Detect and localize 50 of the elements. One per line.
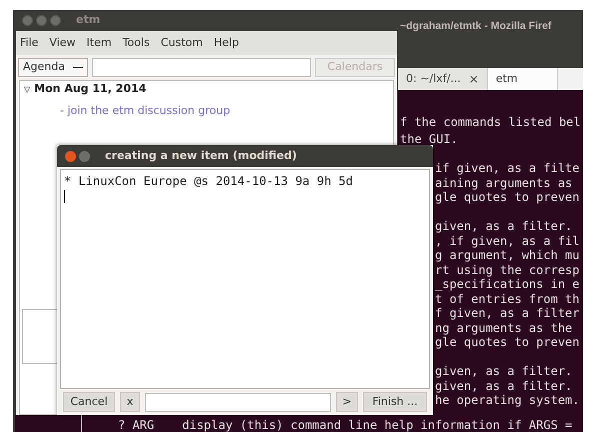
clear-button[interactable]: x <box>120 392 140 412</box>
close-icon[interactable]: × <box>468 70 479 88</box>
menu-item[interactable]: View <box>49 34 76 52</box>
menu-item[interactable]: File <box>20 34 38 52</box>
text-cursor <box>64 190 65 203</box>
terminal-option: ? ARG <box>118 416 154 432</box>
next-button[interactable]: > <box>336 392 358 412</box>
dialog-title: creating a new item (modified) <box>105 148 297 164</box>
terminal-line: g argument, which mu <box>435 248 580 262</box>
terminal-line: rt using the corresp <box>435 262 580 276</box>
terminal-line: gle quotes to preven <box>435 335 580 349</box>
finish-button[interactable]: Finish ... <box>363 392 427 412</box>
cancel-button[interactable]: Cancel <box>63 392 115 412</box>
terminal-line: ng arguments as the <box>435 320 572 334</box>
terminal-line: f given, as a filter <box>435 306 580 320</box>
maximize-icon[interactable] <box>50 15 61 26</box>
terminal-line: given, as a filter. <box>435 219 572 233</box>
terminal-line: the GUI. <box>400 132 458 146</box>
entry-text: * LinuxCon Europe @s 2014-10-13 9a 9h 5d <box>64 174 353 188</box>
minimize-icon[interactable] <box>36 15 47 26</box>
terminal-line: given, as a filter. <box>435 378 572 392</box>
terminal-line: display (this) command line help information if ARGS = <box>182 417 572 432</box>
terminal-line: _specifications in e <box>435 277 580 291</box>
dash-icon <box>73 67 83 68</box>
agenda-item[interactable]: - join the etm discussion group <box>60 104 230 117</box>
menu-item[interactable]: Item <box>86 34 112 52</box>
menu-item[interactable]: Tools <box>122 34 150 52</box>
date-heading[interactable]: Mon Aug 11, 2014 <box>34 81 146 98</box>
minimize-icon[interactable] <box>79 150 90 162</box>
terminal-tab[interactable]: etm <box>488 68 558 90</box>
terminal-line: aining arguments as <box>435 176 572 190</box>
terminal-tab[interactable]: 0: ~/lxf/... × <box>398 68 488 90</box>
terminal-line: t of entries from th <box>435 292 580 306</box>
input-field[interactable] <box>145 392 331 412</box>
search-field[interactable] <box>92 58 311 77</box>
expander-icon[interactable]: ▽ <box>24 84 30 96</box>
window-title: etm <box>76 12 100 28</box>
window-title: ~dgraham/etmtk - Mozilla Firef <box>400 20 552 32</box>
menu-item[interactable]: Custom <box>160 34 203 52</box>
terminal-line: he operating system. <box>435 393 580 407</box>
terminal-line: given, as a filter. <box>435 364 572 378</box>
close-icon[interactable] <box>22 15 33 26</box>
view-selector[interactable]: Agenda <box>18 58 88 77</box>
item-text-area[interactable]: * LinuxCon Europe @s 2014-10-13 9a 9h 5d <box>60 169 430 389</box>
terminal-line: if given, as a filte <box>435 161 580 175</box>
close-icon[interactable] <box>65 150 76 162</box>
terminal-line: gle quotes to preven <box>435 190 580 204</box>
menu-item[interactable]: Help <box>214 34 239 52</box>
terminal-line: f the commands listed bel <box>400 115 581 129</box>
terminal-line: , if given, as a fil <box>435 234 580 248</box>
